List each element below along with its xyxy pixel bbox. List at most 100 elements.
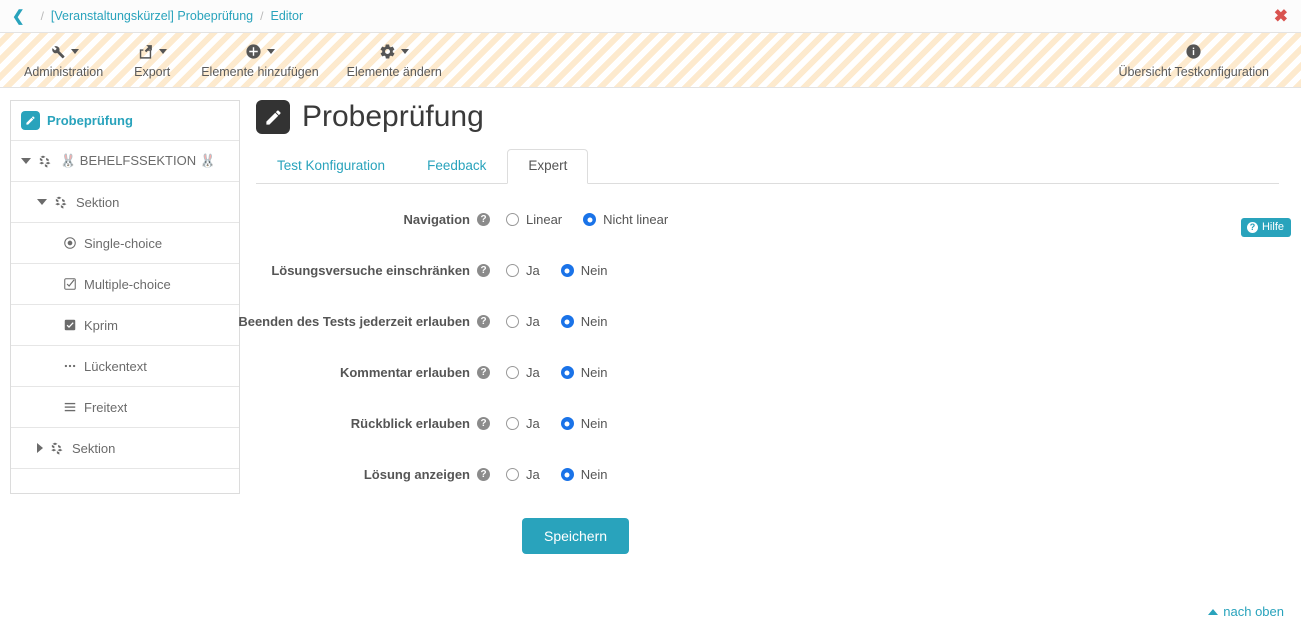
sidebar-item-sektion-1[interactable]: Sektion [11, 182, 239, 223]
form-label-cell: Kommentar erlauben ? [256, 365, 506, 380]
radio-input[interactable] [506, 417, 519, 430]
radio-input[interactable] [583, 213, 596, 226]
radio-label: Nein [581, 467, 608, 482]
radio-input[interactable] [506, 264, 519, 277]
radio-input[interactable] [561, 366, 574, 379]
radio-option-nein[interactable]: Nein [561, 263, 608, 278]
help-icon[interactable]: ? [477, 213, 490, 226]
info-circle-icon [1185, 43, 1202, 60]
radio-input[interactable] [561, 315, 574, 328]
tab-test-konfiguration[interactable]: Test Konfiguration [256, 149, 406, 184]
breadcrumb-item-course[interactable]: [Veranstaltungskürzel] Probeprüfung [51, 9, 253, 23]
radio-label: Ja [526, 416, 540, 431]
radio-option-ja[interactable]: Ja [506, 416, 540, 431]
chevron-down-icon [71, 49, 79, 54]
toolbar-item-export[interactable]: Export [117, 40, 187, 81]
radio-input[interactable] [561, 417, 574, 430]
sidebar-item-kprim[interactable]: Kprim [11, 305, 239, 346]
radio-input[interactable] [506, 366, 519, 379]
radio-option-nein[interactable]: Nein [561, 467, 608, 482]
sidebar-item-probepruefung[interactable]: Probeprüfung [11, 101, 239, 141]
question-circle-icon: ? [1247, 222, 1258, 233]
radio-option-linear[interactable]: Linear [506, 212, 562, 227]
radio-option-ja[interactable]: Ja [506, 467, 540, 482]
radio-label: Ja [526, 314, 540, 329]
sidebar-footer-spacer [11, 469, 239, 493]
form-row-navigation: Navigation ? Linear Nicht linear [256, 212, 1279, 227]
radio-input[interactable] [506, 315, 519, 328]
toolbar-label-export: Export [134, 65, 170, 79]
wrench-icon [49, 43, 66, 60]
radio-label: Linear [526, 212, 562, 227]
sidebar-item-freitext[interactable]: Freitext [11, 387, 239, 428]
radio-input[interactable] [506, 468, 519, 481]
section-blocks-icon [38, 154, 53, 169]
sidebar-item-multiple-choice[interactable]: Multiple-choice [11, 264, 239, 305]
chevron-down-icon[interactable] [37, 199, 47, 205]
radio-option-ja[interactable]: Ja [506, 263, 540, 278]
back-chevron-icon[interactable]: ❮ [12, 9, 25, 24]
toolbar-item-test-config-overview[interactable]: Übersicht Testkonfiguration [1104, 40, 1283, 81]
radio-option-nein[interactable]: Nein [561, 416, 608, 431]
chevron-down-icon [401, 49, 409, 54]
wrench-icon-wrap [49, 42, 79, 62]
help-icon[interactable]: ? [477, 468, 490, 481]
help-icon[interactable]: ? [477, 264, 490, 277]
sidebar-item-lueckentext[interactable]: Lückentext [11, 346, 239, 387]
toolbar-item-add-elements[interactable]: Elemente hinzufügen [187, 40, 332, 81]
radio-group-navigation: Linear Nicht linear [506, 212, 668, 227]
help-button[interactable]: ? Hilfe [1241, 218, 1291, 237]
form-label-cell: Rückblick erlauben ? [256, 416, 506, 431]
close-icon[interactable]: ✖ [1274, 8, 1288, 25]
radio-label: Ja [526, 263, 540, 278]
help-icon[interactable]: ? [477, 366, 490, 379]
radio-input[interactable] [561, 264, 574, 277]
radio-group-rueckblick-erlauben: Ja Nein [506, 416, 607, 431]
radio-option-nein[interactable]: Nein [561, 365, 608, 380]
page-title: Probeprüfung [302, 102, 484, 132]
radio-label: Nicht linear [603, 212, 668, 227]
radio-option-nicht-linear[interactable]: Nicht linear [583, 212, 668, 227]
tab-feedback[interactable]: Feedback [406, 149, 507, 184]
form-label-rueckblick-erlauben: Rückblick erlauben [351, 416, 470, 431]
chevron-right-icon[interactable] [37, 443, 43, 453]
radio-label: Nein [581, 314, 608, 329]
radio-option-ja[interactable]: Ja [506, 314, 540, 329]
ellipsis-icon [63, 359, 77, 373]
sidebar-item-label: Sektion [72, 441, 115, 456]
share-export-icon-wrap [137, 42, 167, 62]
sidebar-item-label: Sektion [76, 195, 119, 210]
form-label-cell: Lösungsversuche einschränken ? [256, 263, 506, 278]
form-label-kommentar-erlauben: Kommentar erlauben [340, 365, 470, 380]
radio-input[interactable] [506, 213, 519, 226]
help-icon[interactable]: ? [477, 315, 490, 328]
radio-input[interactable] [561, 468, 574, 481]
section-blocks-icon [50, 441, 65, 456]
radio-option-ja[interactable]: Ja [506, 365, 540, 380]
sidebar-item-behelfssektion[interactable]: 🐰 BEHELFSSEKTION 🐰 [11, 141, 239, 182]
radio-dot-icon [63, 236, 77, 250]
form-row-loesungsversuche: Lösungsversuche einschränken ? Ja Nein [256, 263, 1279, 278]
form-row-beenden-des-tests: Beenden des Tests jederzeit erlauben ? J… [256, 314, 1279, 329]
breadcrumb-item-editor[interactable]: Editor [270, 9, 303, 23]
back-to-top-link[interactable]: nach oben [1208, 604, 1284, 619]
chevron-down-icon[interactable] [21, 158, 31, 164]
pencil-icon [256, 100, 290, 134]
sidebar-item-label: Single-choice [84, 236, 162, 251]
sidebar-item-sektion-2[interactable]: Sektion [11, 428, 239, 469]
sidebar-item-label: 🐰 BEHELFSSEKTION 🐰 [60, 153, 216, 169]
radio-group-loesung-anzeigen: Ja Nein [506, 467, 607, 482]
back-to-top-label: nach oben [1223, 604, 1284, 619]
section-blocks-icon [54, 195, 69, 210]
tab-expert[interactable]: Expert [507, 149, 588, 184]
form-label-cell: Lösung anzeigen ? [256, 467, 506, 482]
toolbar-item-administration[interactable]: Administration [10, 40, 117, 81]
sidebar-item-single-choice[interactable]: Single-choice [11, 223, 239, 264]
radio-option-nein[interactable]: Nein [561, 314, 608, 329]
sidebar-item-label: Lückentext [84, 359, 147, 374]
save-button[interactable]: Speichern [522, 518, 629, 554]
radio-label: Ja [526, 467, 540, 482]
help-icon[interactable]: ? [477, 417, 490, 430]
sidebar-tree: Probeprüfung 🐰 BEHELFSSEKTION 🐰 Sektion [10, 100, 240, 494]
toolbar-item-change-elements[interactable]: Elemente ändern [333, 40, 456, 81]
